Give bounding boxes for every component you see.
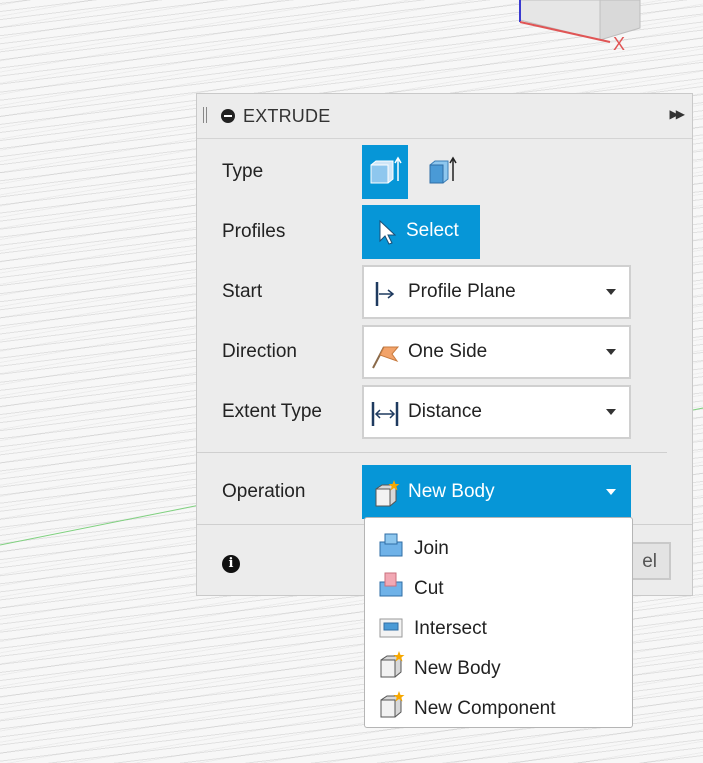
thin-extrude-icon (429, 156, 457, 184)
profile-plane-icon (375, 282, 395, 306)
chevron-down-icon (606, 409, 616, 415)
menu-item-label: New Component (414, 698, 556, 719)
panel-header: EXTRUDE ▶▶ (197, 94, 692, 139)
direction-value: One Side (408, 341, 488, 362)
extent-type-label: Extent Type (222, 401, 322, 422)
operation-dropdown[interactable]: New Body (362, 465, 631, 519)
profiles-select-button[interactable]: Select (362, 205, 480, 259)
collapse-icon[interactable] (221, 109, 235, 123)
new-component-icon (380, 691, 405, 718)
menu-item-label: Cut (414, 578, 444, 599)
cursor-arrow-icon (379, 219, 397, 245)
cut-icon (379, 572, 403, 597)
direction-label: Direction (222, 341, 297, 362)
info-icon[interactable]: i (222, 555, 240, 573)
operation-menu: Join Cut Intersect New Body New Componen… (364, 517, 633, 728)
type-label: Type (222, 161, 264, 182)
menu-item-intersect[interactable]: Intersect (365, 604, 632, 644)
direction-dropdown[interactable]: One Side (362, 325, 631, 379)
start-value: Profile Plane (408, 281, 516, 302)
expand-arrows-icon[interactable]: ▶▶ (670, 107, 686, 121)
intersect-icon (379, 618, 403, 638)
menu-item-label: New Body (414, 658, 501, 679)
menu-item-new-body[interactable]: New Body (365, 644, 632, 684)
operation-value: New Body (408, 481, 495, 502)
chevron-down-icon (606, 289, 616, 295)
menu-item-label: Join (414, 538, 449, 559)
section-divider (197, 452, 667, 453)
distance-icon (371, 402, 399, 426)
join-icon (379, 533, 403, 557)
chevron-down-icon (606, 489, 616, 495)
green-axis-line (0, 504, 201, 546)
menu-item-cut[interactable]: Cut (365, 564, 632, 604)
start-label: Start (222, 281, 263, 302)
type-solid-extrude-button[interactable] (362, 145, 408, 199)
select-button-label: Select (406, 220, 459, 241)
solid-extrude-icon (370, 156, 402, 184)
operation-label: Operation (222, 481, 306, 502)
panel-title: EXTRUDE (243, 106, 331, 126)
green-axis-line-right (692, 407, 703, 411)
profiles-label: Profiles (222, 221, 286, 242)
chevron-down-icon (606, 349, 616, 355)
one-side-flag-icon (372, 346, 400, 369)
drag-grip-icon[interactable] (203, 107, 207, 123)
menu-item-label: Intersect (414, 618, 487, 639)
menu-item-new-component[interactable]: New Component (365, 684, 632, 724)
cancel-button-label: el (642, 551, 657, 572)
new-body-icon (375, 480, 400, 507)
x-axis-label: X (613, 34, 625, 54)
extent-type-value: Distance (408, 401, 482, 422)
menu-item-join[interactable]: Join (365, 524, 632, 564)
new-body-icon (380, 651, 405, 678)
start-dropdown[interactable]: Profile Plane (362, 265, 631, 319)
type-thin-extrude-button[interactable] (418, 145, 464, 199)
extent-type-dropdown[interactable]: Distance (362, 385, 631, 439)
